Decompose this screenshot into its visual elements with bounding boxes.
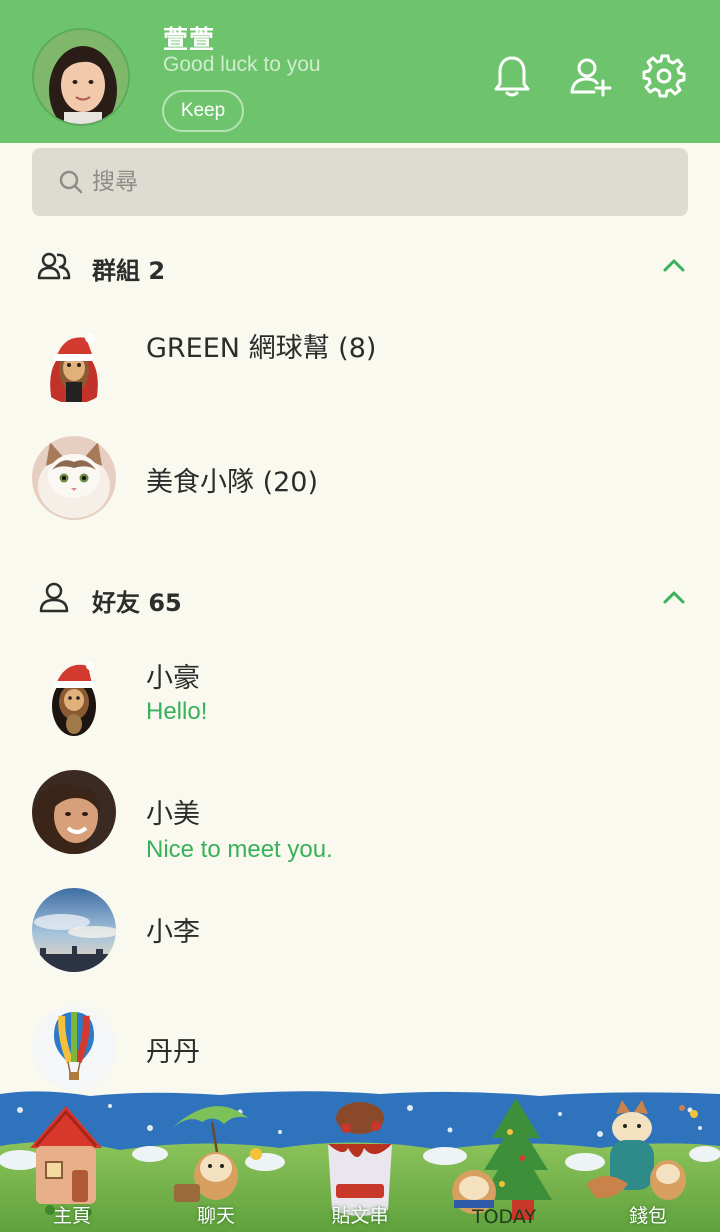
- gear-icon[interactable]: [640, 52, 688, 100]
- group-row[interactable]: 美食小隊 (20): [0, 420, 720, 540]
- search-bar[interactable]: [32, 148, 688, 216]
- group-avatar: [32, 320, 116, 404]
- search-input[interactable]: [92, 169, 652, 195]
- group-name: 美食小隊 (20): [146, 467, 319, 498]
- friend-name: 小李: [146, 917, 200, 948]
- chevron-up-icon[interactable]: [660, 252, 688, 280]
- nav-timeline[interactable]: 貼文串: [288, 1088, 432, 1232]
- friends-section-title: 好友 65: [92, 589, 182, 617]
- nav-label: 聊天: [196, 1205, 235, 1227]
- groups-section-header[interactable]: 群組 2: [0, 236, 720, 296]
- add-friend-icon[interactable]: [566, 52, 614, 100]
- friend-avatar: [32, 1006, 116, 1090]
- nav-label: 貼文串: [331, 1205, 389, 1227]
- group-icon: [37, 252, 71, 280]
- friend-status-message: Hello!: [146, 698, 208, 725]
- group-row[interactable]: GREEN 網球幫 (8): [0, 300, 720, 420]
- friend-avatar: [32, 770, 116, 854]
- nav-wallet[interactable]: 錢包: [576, 1088, 720, 1232]
- group-name: GREEN 網球幫 (8): [146, 333, 377, 364]
- friend-status-message: Nice to meet you.: [146, 836, 333, 863]
- nav-label: TODAY: [472, 1206, 536, 1228]
- profile-name: 萱萱: [163, 25, 216, 54]
- friend-row[interactable]: 小美 Nice to meet you.: [0, 760, 720, 880]
- friend-name: 小豪: [146, 663, 200, 694]
- friend-icon: [39, 582, 69, 613]
- bell-icon[interactable]: [488, 52, 536, 100]
- nav-label: 主頁: [52, 1205, 91, 1227]
- nav-home[interactable]: 主頁: [0, 1088, 144, 1232]
- groups-section-title: 群組 2: [92, 257, 166, 285]
- chevron-up-icon[interactable]: [660, 584, 688, 612]
- nav-label: 錢包: [628, 1205, 667, 1227]
- friend-row[interactable]: 小豪 Hello!: [0, 640, 720, 760]
- profile-header: 萱萱 Good luck to you Keep: [0, 0, 720, 143]
- friends-section-header[interactable]: 好友 65: [0, 568, 720, 628]
- keep-button[interactable]: Keep: [162, 90, 244, 132]
- bottom-navigation: 主頁 聊天 貼文串 TODAY 錢包: [0, 1088, 720, 1232]
- nav-chat[interactable]: 聊天: [144, 1088, 288, 1232]
- profile-avatar[interactable]: [32, 28, 130, 126]
- group-avatar: [32, 436, 116, 520]
- friend-name: 丹丹: [146, 1037, 200, 1068]
- friend-name: 小美: [146, 799, 200, 830]
- friend-row[interactable]: 小李: [0, 880, 720, 1000]
- nav-today[interactable]: TODAY: [432, 1088, 576, 1232]
- friend-avatar: [32, 654, 116, 738]
- profile-status-message: Good luck to you: [163, 53, 321, 76]
- friend-avatar: [32, 888, 116, 972]
- search-icon: [59, 170, 83, 194]
